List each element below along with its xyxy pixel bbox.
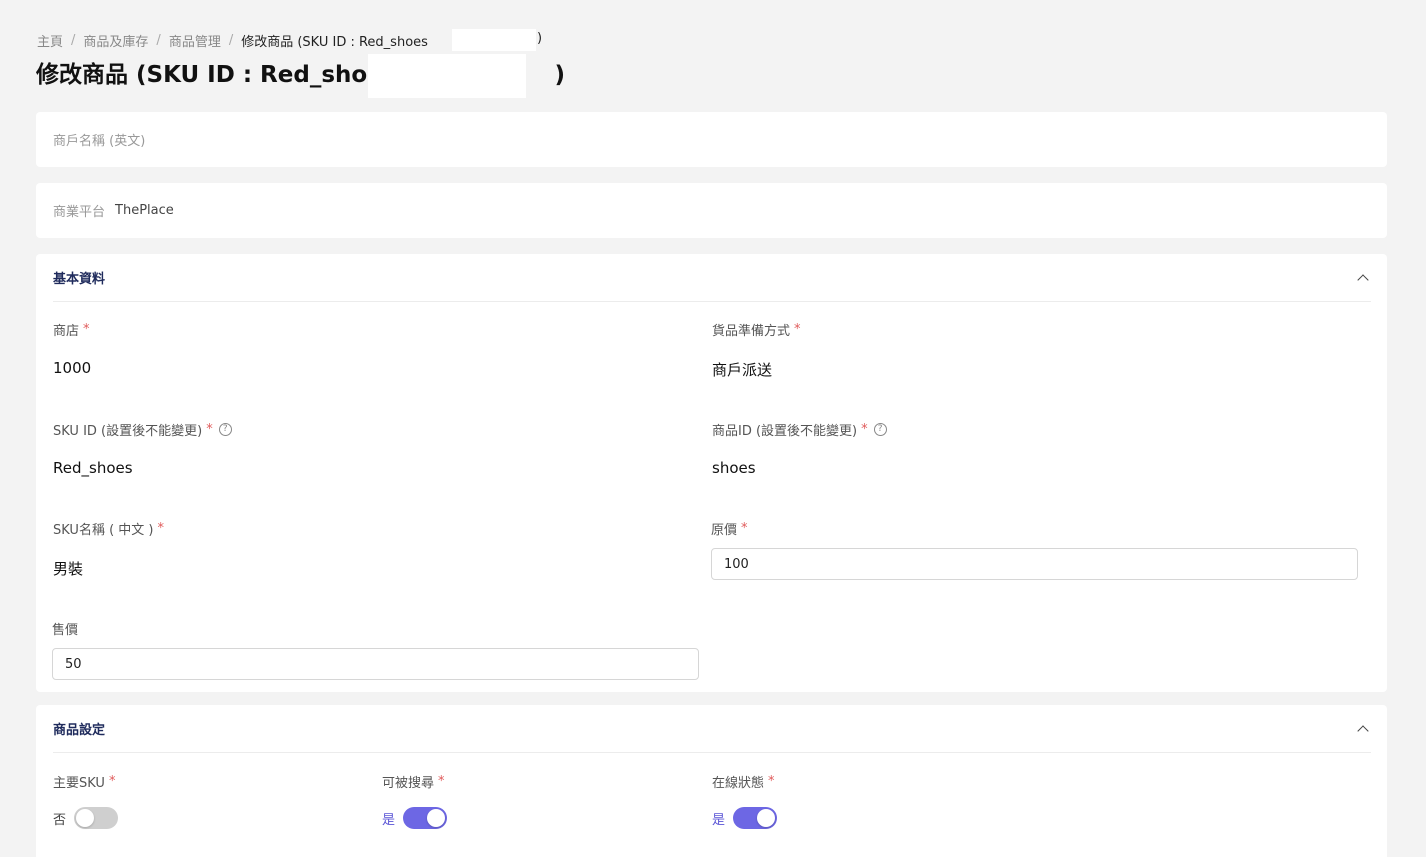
page-title-text: 修改商品 (SKU ID : Red_shoes xyxy=(36,62,397,88)
required-mark: * xyxy=(861,422,868,437)
chevron-up-icon[interactable] xyxy=(1357,273,1369,286)
required-mark: * xyxy=(741,521,748,536)
sale-price-input[interactable]: 50 xyxy=(52,648,699,680)
breadcrumb: 主頁 / 商品及庫存 / 商品管理 / 修改商品 (SKU ID : Red_s… xyxy=(37,31,428,50)
basic-info-header[interactable]: 基本資料 xyxy=(53,254,1371,302)
required-mark: * xyxy=(157,521,164,536)
section-title: 基本資料 xyxy=(53,272,106,287)
online-status-toggle[interactable] xyxy=(733,807,778,829)
main-sku-state-text: 否 xyxy=(53,812,67,828)
online-status-toggle-row: 是 xyxy=(712,807,778,829)
searchable-field: 可被搜尋 * 是 xyxy=(382,772,448,829)
fulfillment-label: 貨品準備方式 * xyxy=(712,320,801,339)
page-title-close: ) xyxy=(554,62,565,88)
help-circle-icon[interactable]: ? xyxy=(218,423,232,436)
required-mark: * xyxy=(438,774,445,789)
original-price-field: 原價 * 100 xyxy=(711,519,1358,580)
redaction-block xyxy=(452,29,536,51)
help-circle-icon[interactable]: ? xyxy=(873,423,887,436)
searchable-state-text: 是 xyxy=(382,812,396,828)
store-value: 1000 xyxy=(53,359,92,377)
sku-id-value: Red_shoes xyxy=(53,459,133,477)
searchable-toggle[interactable] xyxy=(403,807,448,829)
section-title: 商品設定 xyxy=(53,723,106,738)
merchant-name-card: 商戶名稱 (英文) xyxy=(36,112,1387,167)
fulfillment-label-text: 貨品準備方式 xyxy=(712,324,791,339)
searchable-label-text: 可被搜尋 xyxy=(382,776,435,791)
sale-price-field: 售價 50 xyxy=(52,619,699,680)
toggle-knob xyxy=(76,809,95,827)
required-mark: * xyxy=(83,322,90,337)
original-price-input[interactable]: 100 xyxy=(711,548,1358,580)
sku-name-value: 男裝 xyxy=(53,560,84,578)
toggle-knob xyxy=(427,809,446,827)
product-id-value: shoes xyxy=(712,459,756,477)
product-settings-section: 商品設定 主要SKU * 否 可被搜尋 * 是 在線狀態 * 是 xyxy=(36,705,1387,857)
breadcrumb-separator: / xyxy=(228,33,234,48)
store-label-text: 商店 xyxy=(53,324,80,339)
sku-name-field: SKU名稱 ( 中文 ) * 男裝 xyxy=(53,519,164,579)
main-sku-toggle-row: 否 xyxy=(53,807,119,829)
product-id-label-text: 商品ID (設置後不能變更) xyxy=(712,424,858,439)
sku-name-label-text: SKU名稱 ( 中文 ) xyxy=(53,523,154,538)
platform-card: 商業平台 ThePlace xyxy=(36,183,1387,238)
required-mark: * xyxy=(768,774,775,789)
sku-name-label: SKU名稱 ( 中文 ) * xyxy=(53,519,164,538)
product-id-label: 商品ID (設置後不能變更) *? xyxy=(712,420,887,439)
fulfillment-value: 商戶派送 xyxy=(712,361,773,379)
required-mark: * xyxy=(108,774,116,789)
original-price-label: 原價 * xyxy=(711,519,1358,538)
breadcrumb-home[interactable]: 主頁 xyxy=(37,31,63,50)
store-field: 商店 * 1000 xyxy=(53,320,91,377)
required-mark: * xyxy=(206,422,213,437)
store-label: 商店 * xyxy=(53,320,91,339)
main-sku-label: 主要SKU * xyxy=(53,772,118,791)
sku-id-field: SKU ID (設置後不能變更) *? Red_shoes xyxy=(53,420,232,477)
product-id-field: 商品ID (設置後不能變更) *? shoes xyxy=(712,420,887,477)
main-sku-label-text: 主要SKU xyxy=(53,776,105,791)
chevron-up-icon[interactable] xyxy=(1357,724,1369,737)
searchable-label: 可被搜尋 * xyxy=(382,772,447,791)
page: 主頁 / 商品及庫存 / 商品管理 / 修改商品 (SKU ID : Red_s… xyxy=(0,0,1426,857)
original-price-label-text: 原價 xyxy=(711,523,738,538)
platform-label: 商業平台 xyxy=(53,205,106,220)
platform-value: ThePlace xyxy=(115,203,174,218)
breadcrumb-separator: / xyxy=(156,33,161,48)
online-status-label-text: 在線狀態 xyxy=(712,776,765,791)
online-status-field: 在線狀態 * 是 xyxy=(712,772,778,829)
online-status-label: 在線狀態 * xyxy=(712,772,777,791)
online-status-state-text: 是 xyxy=(712,812,726,828)
fulfillment-field: 貨品準備方式 * 商戶派送 xyxy=(712,320,801,380)
searchable-toggle-row: 是 xyxy=(382,807,448,829)
merchant-name-label: 商戶名稱 (英文) xyxy=(53,134,146,149)
redaction-block xyxy=(368,54,526,98)
breadcrumb-separator: / xyxy=(71,33,76,48)
sale-price-label: 售價 xyxy=(52,619,699,638)
required-mark: * xyxy=(794,322,801,337)
sku-id-label: SKU ID (設置後不能變更) *? xyxy=(53,420,232,439)
breadcrumb-product-management[interactable]: 商品管理 xyxy=(169,31,221,50)
sku-id-label-text: SKU ID (設置後不能變更) xyxy=(53,424,203,439)
breadcrumb-current-close: ) xyxy=(537,31,543,46)
basic-info-section: 基本資料 商店 * 1000 貨品準備方式 * 商戶派送 SKU ID (設置後不能… xyxy=(36,254,1387,692)
breadcrumb-products-inventory[interactable]: 商品及庫存 xyxy=(83,31,148,50)
main-sku-field: 主要SKU * 否 xyxy=(53,772,119,829)
product-settings-header[interactable]: 商品設定 xyxy=(53,705,1371,753)
main-sku-toggle[interactable] xyxy=(74,807,119,829)
toggle-knob xyxy=(757,809,776,827)
sale-price-label-text: 售價 xyxy=(52,623,79,638)
breadcrumb-current: 修改商品 (SKU ID : Red_shoes xyxy=(241,35,428,50)
